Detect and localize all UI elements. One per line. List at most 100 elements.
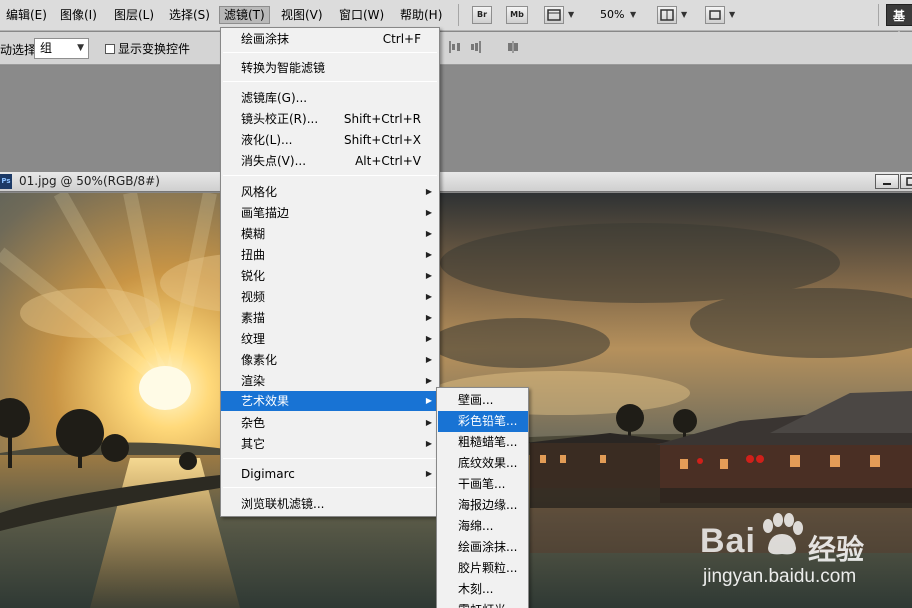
submenu-arrow-icon: ▶ bbox=[425, 292, 432, 301]
view-extras-icon[interactable] bbox=[544, 6, 564, 24]
screen-mode-icon[interactable] bbox=[705, 6, 725, 24]
menu-item-texture[interactable]: 纹理 ▶ bbox=[221, 329, 439, 349]
arrange-documents-icon[interactable] bbox=[657, 6, 677, 24]
menu-separator bbox=[223, 52, 437, 53]
menu-item-label: 消失点(V)... bbox=[241, 154, 307, 168]
menu-item-label: 视频 bbox=[241, 290, 266, 304]
align-left-icon[interactable] bbox=[448, 40, 462, 54]
minimize-button[interactable] bbox=[875, 174, 899, 189]
menu-separator bbox=[223, 81, 437, 82]
menu-item-liquify[interactable]: 液化(L)... Shift+Ctrl+X bbox=[221, 130, 439, 150]
menu-separator bbox=[223, 487, 437, 488]
menu-item-filter-gallery[interactable]: 滤镜库(G)... bbox=[221, 88, 439, 108]
menu-item-shortcut: Alt+Ctrl+V bbox=[355, 154, 421, 168]
submenu-item-poster-edges[interactable]: 海报边缘... bbox=[438, 495, 528, 516]
menu-item-shortcut: Shift+Ctrl+X bbox=[344, 133, 421, 147]
menu-item-noise[interactable]: 杂色 ▶ bbox=[221, 413, 439, 433]
submenu-arrow-icon: ▶ bbox=[425, 418, 432, 427]
submenu-arrow-icon: ▶ bbox=[425, 250, 432, 259]
menu-item-label: 其它 bbox=[241, 437, 266, 451]
arrange-caret-icon[interactable]: ▼ bbox=[681, 7, 687, 23]
menu-item-shortcut: Ctrl+F bbox=[382, 32, 421, 46]
bridge-button[interactable]: Br bbox=[472, 6, 492, 24]
menu-window[interactable]: 窗口(W) bbox=[335, 6, 388, 24]
menu-layer[interactable]: 图层(L) bbox=[110, 6, 158, 24]
menu-separator bbox=[223, 458, 437, 459]
show-transform-checkbox[interactable] bbox=[105, 44, 115, 54]
menu-item-label: 画笔描边 bbox=[241, 206, 290, 220]
menu-item-pixelate[interactable]: 像素化 ▶ bbox=[221, 350, 439, 370]
menu-item-blur[interactable]: 模糊 ▶ bbox=[221, 224, 439, 244]
submenu-item-rough-pastels[interactable]: 粗糙蜡笔... bbox=[438, 432, 528, 453]
menu-item-convert-smart-filters[interactable]: 转换为智能滤镜 bbox=[221, 58, 439, 78]
submenu-item-underpainting[interactable]: 底纹效果... bbox=[438, 453, 528, 474]
menu-item-shortcut: Shift+Ctrl+R bbox=[343, 112, 421, 126]
workspace-switcher-button[interactable]: 基本 bbox=[886, 4, 912, 45]
document-tab[interactable]: Ps 01.jpg @ 50%(RGB/8#) bbox=[0, 172, 912, 192]
menu-view[interactable]: 视图(V) bbox=[277, 6, 327, 24]
menu-select[interactable]: 选择(S) bbox=[165, 6, 214, 24]
menu-item-other[interactable]: 其它 ▶ bbox=[221, 434, 439, 454]
menu-item-artistic[interactable]: 艺术效果 ▶ bbox=[221, 391, 439, 411]
menu-item-label: 像素化 bbox=[241, 353, 278, 367]
menu-filter[interactable]: 滤镜(T) bbox=[219, 6, 270, 24]
menu-image[interactable]: 图像(I) bbox=[56, 6, 101, 24]
menu-item-stylize[interactable]: 风格化 ▶ bbox=[221, 182, 439, 202]
menubar: 编辑(E) 图像(I) 图层(L) 选择(S) 滤镜(T) 视图(V) 窗口(W… bbox=[0, 0, 912, 45]
menu-item-brush-strokes[interactable]: 画笔描边 ▶ bbox=[221, 203, 439, 223]
menu-item-render[interactable]: 渲染 ▶ bbox=[221, 371, 439, 391]
menu-help[interactable]: 帮助(H) bbox=[396, 6, 446, 24]
menu-item-label: 模糊 bbox=[241, 227, 266, 241]
menu-item-digimarc[interactable]: Digimarc ▶ bbox=[221, 464, 439, 484]
paw-icon bbox=[763, 513, 803, 555]
auto-align-icon[interactable] bbox=[506, 40, 520, 54]
submenu-arrow-icon: ▶ bbox=[425, 208, 432, 217]
menu-item-label: 转换为智能滤镜 bbox=[241, 61, 326, 75]
submenu-item-dry-brush[interactable]: 干画笔... bbox=[438, 474, 528, 495]
mini-bridge-button[interactable]: Mb bbox=[506, 6, 528, 24]
menu-item-video[interactable]: 视频 ▶ bbox=[221, 287, 439, 307]
submenu-item-fresco[interactable]: 壁画... bbox=[438, 390, 528, 411]
zoom-level[interactable]: 50% bbox=[600, 7, 624, 23]
submenu-item-cutout[interactable]: 木刻... bbox=[438, 579, 528, 600]
view-extras-caret-icon[interactable]: ▼ bbox=[568, 7, 574, 23]
submenu-item-film-grain[interactable]: 胶片颗粒... bbox=[438, 558, 528, 579]
menu-edit[interactable]: 编辑(E) bbox=[2, 6, 51, 24]
menu-item-sharpen[interactable]: 锐化 ▶ bbox=[221, 266, 439, 286]
submenu-item-sponge[interactable]: 海绵... bbox=[438, 516, 528, 537]
baidu-watermark-url: jingyan.baidu.com bbox=[703, 566, 857, 587]
show-transform-label: 显示变换控件 bbox=[118, 42, 191, 56]
menu-item-browse-online-filters[interactable]: 浏览联机滤镜... bbox=[221, 494, 439, 514]
menu-item-label: 杂色 bbox=[241, 416, 266, 430]
document-title: 01.jpg @ 50%(RGB/8#) bbox=[19, 174, 160, 188]
auto-select-dropdown[interactable]: 组 ▼ bbox=[34, 38, 89, 59]
menu-item-last-filter[interactable]: 绘画涂抹 Ctrl+F bbox=[221, 29, 439, 49]
menu-item-distort[interactable]: 扭曲 ▶ bbox=[221, 245, 439, 265]
minimize-icon bbox=[883, 183, 891, 185]
photoshop-icon: Ps bbox=[0, 174, 12, 189]
baidu-watermark-cn: 经验 bbox=[808, 533, 865, 566]
zoom-caret-icon[interactable]: ▼ bbox=[630, 7, 636, 23]
menu-separator bbox=[223, 175, 437, 176]
submenu-item-paint-daubs[interactable]: 绘画涂抹... bbox=[438, 537, 528, 558]
screen-mode-caret-icon[interactable]: ▼ bbox=[729, 7, 735, 23]
align-right-icon[interactable] bbox=[468, 40, 482, 54]
submenu-arrow-icon: ▶ bbox=[425, 334, 432, 343]
submenu-item-colored-pencil[interactable]: 彩色铅笔... bbox=[438, 411, 528, 432]
submenu-arrow-icon: ▶ bbox=[425, 469, 432, 478]
workspace-background bbox=[0, 66, 912, 172]
menu-item-label: 绘画涂抹 bbox=[241, 32, 290, 46]
menu-item-label: 滤镜库(G)... bbox=[241, 91, 308, 105]
submenu-arrow-icon: ▶ bbox=[425, 187, 432, 196]
baidu-watermark-logo: Bai bbox=[700, 522, 756, 560]
menu-item-label: 渲染 bbox=[241, 374, 266, 388]
menu-item-label: 扭曲 bbox=[241, 248, 266, 262]
menu-item-vanishing-point[interactable]: 消失点(V)... Alt+Ctrl+V bbox=[221, 151, 439, 171]
submenu-item-neon-glow[interactable]: 霓虹灯光... bbox=[438, 600, 528, 608]
submenu-arrow-icon: ▶ bbox=[425, 313, 432, 322]
submenu-arrow-icon: ▶ bbox=[425, 355, 432, 364]
menu-item-label: 素描 bbox=[241, 311, 266, 325]
menu-item-sketch[interactable]: 素描 ▶ bbox=[221, 308, 439, 328]
menu-item-lens-correction[interactable]: 镜头校正(R)... Shift+Ctrl+R bbox=[221, 109, 439, 129]
restore-button[interactable] bbox=[900, 174, 912, 189]
